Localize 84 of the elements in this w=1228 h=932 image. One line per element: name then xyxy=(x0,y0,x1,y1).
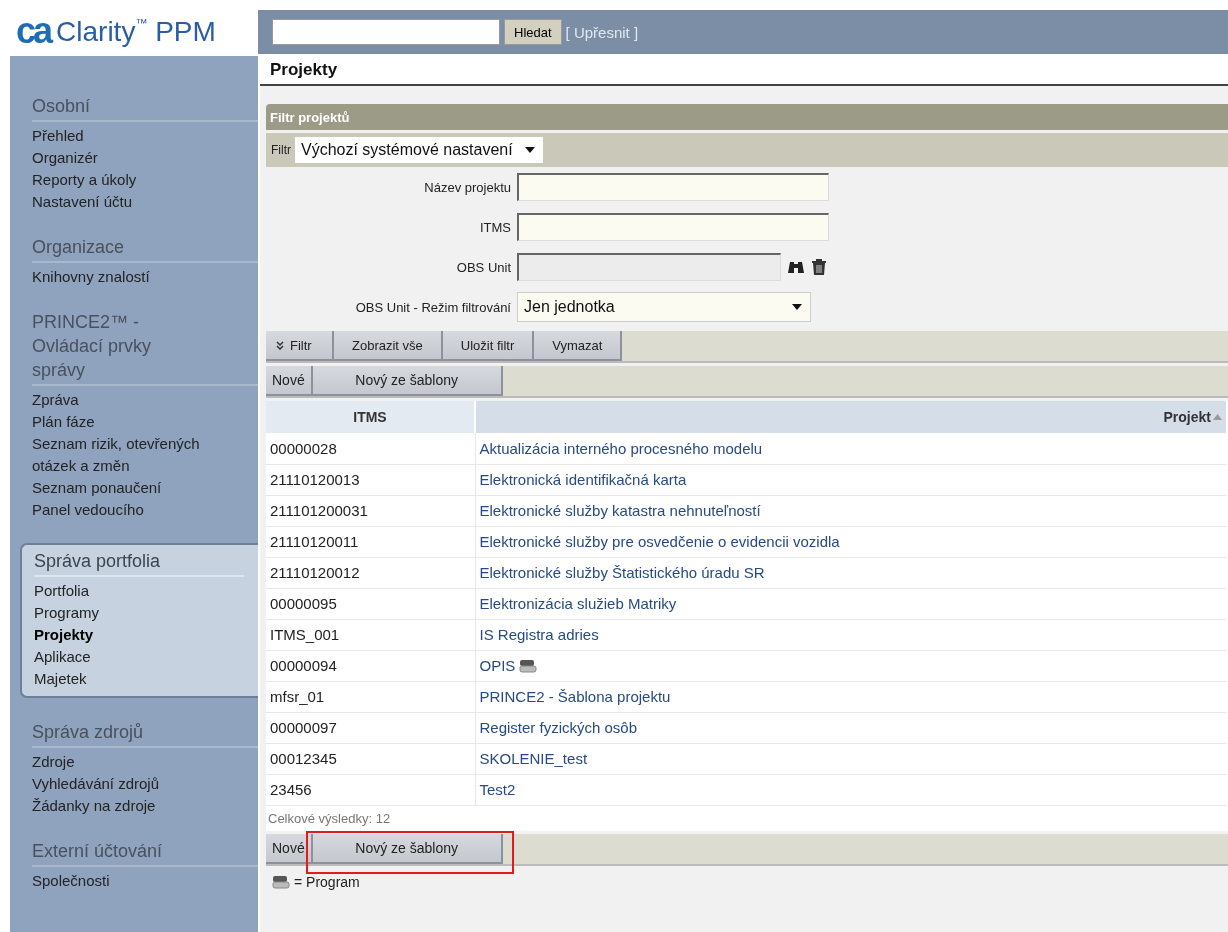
itms-code: 00000028 xyxy=(270,439,337,457)
column-header[interactable]: Projekt xyxy=(1163,409,1222,425)
double-chevron-icon xyxy=(276,340,284,350)
itms-code: 00012345 xyxy=(270,750,337,767)
action-button[interactable]: Nové xyxy=(266,833,313,864)
filter-toolbar-button[interactable]: Filtr xyxy=(266,331,334,361)
project-link[interactable]: IS Registra adries xyxy=(479,626,599,643)
sidebar-link[interactable]: Přehled xyxy=(32,125,84,147)
project-link[interactable]: Register fyzických osôb xyxy=(479,719,638,736)
dropdown-caret-icon xyxy=(524,147,535,153)
sidebar-link[interactable]: Nastavení účtu xyxy=(32,191,133,213)
itms-code: 00000095 xyxy=(270,595,337,612)
search-field[interactable] xyxy=(272,19,500,45)
itms-code: 21110120011 xyxy=(270,533,359,550)
sidebar-link[interactable]: Vyhledávání zdrojů xyxy=(32,773,160,795)
project-link[interactable]: PRINCE2 - Šablona projektu xyxy=(479,688,671,705)
search-button[interactable]: Hledat xyxy=(504,19,562,45)
sidebar-link[interactable]: Reporty a úkoly xyxy=(32,169,137,191)
sidebar-link[interactable]: Aplikace xyxy=(34,646,91,668)
action-button[interactable]: Nový ze šablony xyxy=(312,366,503,396)
action-button[interactable]: Nové xyxy=(266,366,313,396)
action-button[interactable]: Nový ze šablony xyxy=(312,833,503,864)
project-link[interactable]: OPIS xyxy=(479,657,538,674)
project-link[interactable]: Elektronické služby katastra nehnuteľností xyxy=(479,502,761,519)
sidebar-link[interactable]: Zdroje xyxy=(32,751,75,773)
project-link[interactable]: Elektronické služby Štatistického úradu SR xyxy=(479,564,765,581)
section-heading: PRINCE2™ - Ovládací prvky správy xyxy=(32,311,153,382)
sidebar-link[interactable]: Programy xyxy=(34,602,100,624)
page-title: Projekty xyxy=(270,60,338,80)
trash-icon[interactable] xyxy=(811,258,827,276)
product-name: Clarity$^{™}$ PPM xyxy=(56,16,216,48)
sidebar-link[interactable]: Seznam ponaučení xyxy=(32,477,162,499)
section-heading: Organizace xyxy=(32,236,126,259)
field-label: OBS Unit - Režim filtrování xyxy=(354,299,511,315)
section-heading: Správa portfolia xyxy=(34,550,162,573)
column-header[interactable]: ITMS xyxy=(353,409,387,425)
legend-text: = Program xyxy=(294,873,360,890)
section-heading: Správa zdrojů xyxy=(32,721,145,744)
mode-dropdown[interactable]: Jen jednotka xyxy=(517,292,811,322)
filter-toolbar-button[interactable]: Zobrazit vše xyxy=(334,331,443,361)
project-link[interactable]: Elektronická identifikačná karta xyxy=(479,471,687,488)
itms-code: ITMS_001 xyxy=(270,626,340,643)
sidebar-link[interactable]: Žádanky na zdroje xyxy=(32,795,156,817)
program-icon xyxy=(272,874,290,889)
filter-label: Filtr xyxy=(271,143,291,157)
project-link[interactable]: Aktualizácia interného procesného modelu xyxy=(479,439,763,457)
field-label: OBS Unit xyxy=(455,259,511,275)
itms-code: 23456 xyxy=(270,781,312,798)
results-count: Celkové výsledky: 12 xyxy=(268,810,391,826)
dropdown-caret-icon xyxy=(792,304,802,310)
sidebar-link[interactable]: Zpráva xyxy=(32,389,79,411)
sidebar-link[interactable]: Projekty xyxy=(34,624,94,646)
project-link[interactable]: Elektronické služby pre osvedčenie o evidencii vozidla xyxy=(479,533,840,550)
binoculars-icon[interactable] xyxy=(787,259,805,275)
itms-code: 21110120012 xyxy=(270,564,360,581)
program-icon xyxy=(519,658,538,673)
sidebar-link[interactable]: Majetek xyxy=(34,668,87,690)
itms-code: 211101200031 xyxy=(270,502,368,519)
sidebar-link[interactable]: Společnosti xyxy=(32,870,110,892)
filter-dropdown[interactable]: Výchozí systémové nastavení xyxy=(295,137,543,163)
itms-code: 00000094 xyxy=(270,657,337,674)
sidebar-link[interactable]: Portfolia xyxy=(34,580,90,602)
project-link[interactable]: Elektronizácia služieb Matriky xyxy=(479,595,677,612)
input-field[interactable] xyxy=(517,173,829,201)
itms-code: 00000097 xyxy=(270,719,337,736)
field-label: ITMS xyxy=(478,219,511,235)
field-label: Název projektu xyxy=(423,179,511,195)
section-heading: Osobní xyxy=(32,95,92,118)
sidebar-link[interactable]: Plán fáze xyxy=(32,411,95,433)
filter-toolbar-button[interactable]: Vymazat xyxy=(534,331,623,361)
project-link[interactable]: SKOLENIE_test xyxy=(479,750,588,767)
panel-title: Filtr projektů xyxy=(270,109,350,125)
sidebar-link[interactable]: Organizér xyxy=(32,147,98,169)
itms-code: mfsr_01 xyxy=(270,688,325,705)
sort-ascending-icon xyxy=(1213,414,1222,420)
sidebar-link[interactable]: Knihovny znalostí xyxy=(32,266,150,288)
sidebar-link[interactable]: Seznam rizik, otevřených otázek a změn xyxy=(32,433,242,477)
filter-toolbar-button[interactable]: Uložit filtr xyxy=(442,331,535,361)
sidebar-link[interactable]: Panel vedoucího xyxy=(32,499,144,521)
logo-mark: ca xyxy=(16,13,51,51)
section-heading: Externí účtování xyxy=(32,840,164,863)
project-link[interactable]: Test2 xyxy=(479,781,516,798)
itms-code: 21110120013 xyxy=(270,471,360,488)
input-field[interactable] xyxy=(517,213,829,241)
